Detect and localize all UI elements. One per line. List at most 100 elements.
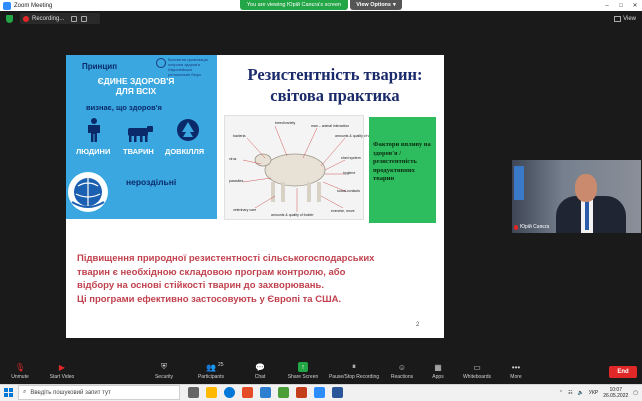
- windows-start-icon[interactable]: [4, 388, 13, 397]
- store-icon[interactable]: [278, 387, 289, 398]
- powerpoint-icon[interactable]: [296, 387, 307, 398]
- participant-name-tag: Юрій Сапєга: [514, 224, 549, 230]
- share-screen-button[interactable]: ↑ Share Screen: [286, 362, 320, 384]
- mic-muted-icon: 🎙: [14, 362, 26, 372]
- tray-up-arrow-icon[interactable]: ⌃: [559, 390, 563, 396]
- app-title-group: Zoom Meeting: [0, 1, 53, 10]
- record-label: Pause/Stop Recording: [328, 374, 380, 380]
- apps-button[interactable]: ▦ Apps: [428, 362, 448, 384]
- record-dot-icon: [23, 15, 29, 22]
- more-button[interactable]: ••• More: [506, 362, 526, 384]
- start-video-label: Start Video: [49, 374, 75, 380]
- security-button[interactable]: ⛨ Security: [150, 362, 178, 384]
- recording-label: Recording...: [32, 15, 65, 22]
- word-icon[interactable]: [332, 387, 343, 398]
- people-label: ЛЮДИНИ: [76, 147, 111, 156]
- whiteboards-button[interactable]: ▭ Whiteboards: [460, 362, 494, 384]
- flag-decoration: [514, 166, 524, 200]
- chevron-down-icon: ▾: [392, 2, 396, 8]
- participant-name: Юрій Сапєга: [520, 224, 550, 230]
- recognizes-label: визнає, що здоров'я: [86, 103, 162, 112]
- diagram-label: hygiene: [343, 171, 356, 175]
- maximize-button[interactable]: □: [614, 0, 628, 11]
- animals-label: ТВАРИН: [123, 147, 154, 156]
- zoom-taskbar-icon[interactable]: [314, 387, 325, 398]
- zoom-logo-icon: [3, 1, 11, 10]
- taskbar-clock[interactable]: 10:07 26.05.2022: [603, 387, 628, 399]
- chat-icon: 💬: [255, 362, 265, 372]
- slide-title: Резистентність тварин: світова практика: [247, 65, 423, 105]
- who-emblem-icon: [156, 58, 166, 68]
- diagram-label: parasites: [229, 179, 244, 183]
- window-title: Zoom Meeting: [14, 2, 53, 9]
- stop-recording-icon[interactable]: [81, 15, 88, 22]
- body-line: Ці програми ефективно застосовують у Євр…: [77, 293, 342, 305]
- speaker-tie: [585, 200, 589, 230]
- speaker-head: [575, 174, 597, 202]
- apps-icon: ▦: [434, 362, 442, 372]
- reactions-label: Reactions: [390, 374, 414, 380]
- diagram-label: shed system: [341, 156, 361, 160]
- diagram-label: exercise, move: [331, 209, 355, 213]
- reactions-button[interactable]: ☺ Reactions: [388, 362, 416, 384]
- view-button-label: View: [623, 15, 636, 22]
- record-button[interactable]: ⏸ Pause/Stop Recording: [326, 362, 382, 384]
- language-indicator[interactable]: УКР: [589, 390, 598, 396]
- window-controls: – □ ✕: [600, 0, 642, 11]
- muted-mic-icon: [514, 224, 518, 230]
- more-label: More: [510, 374, 522, 380]
- diagram-label: virus: [229, 157, 237, 161]
- factors-box-text: Фактори впливу на здоров'я / резистентні…: [373, 141, 431, 182]
- minimize-button[interactable]: –: [600, 0, 614, 11]
- view-button[interactable]: View: [614, 13, 636, 24]
- body-line: відбору на основі стійкості тварин до за…: [77, 280, 324, 291]
- security-label: Security: [154, 374, 174, 380]
- office-icon[interactable]: [242, 387, 253, 398]
- body-line: тварин є необхідною складовою програм ко…: [77, 266, 346, 278]
- environment-label: ДОВКІЛЛЯ: [165, 147, 205, 156]
- participant-video[interactable]: Юрій Сапєга: [512, 160, 641, 233]
- system-tray: ⌃ ☷ 🔈 УКР 10:07 26.05.2022 ▢: [559, 385, 638, 400]
- share-screen-icon: ↑: [298, 362, 308, 372]
- encryption-shield-icon[interactable]: [6, 15, 13, 23]
- search-icon: ⌕: [23, 389, 27, 395]
- start-video-button[interactable]: ▶ Start Video: [44, 362, 80, 384]
- body-line: Підвищення природної резистентності сіль…: [77, 253, 375, 264]
- edge-browser-icon[interactable]: [224, 387, 235, 398]
- unmute-button[interactable]: 🎙 Unmute: [6, 362, 34, 384]
- gallery-view-icon: [614, 15, 622, 22]
- diagram-label: veterinary care: [233, 208, 257, 212]
- viewing-screen-banner: You are viewing Юрій Сапєга's screen: [240, 0, 348, 10]
- meeting-toolbar: [0, 360, 642, 384]
- pause-recording-icon[interactable]: [71, 15, 78, 22]
- chat-label: Chat: [254, 374, 266, 380]
- cow-icon: [128, 126, 153, 142]
- close-button[interactable]: ✕: [628, 0, 642, 11]
- task-view-icon[interactable]: [188, 387, 199, 398]
- end-label: End: [617, 369, 629, 375]
- file-explorer-icon[interactable]: [206, 387, 217, 398]
- who-text: Всесвітня організація охорони здоров'я Є…: [168, 57, 208, 77]
- one-health-title: ЄДИНЕ ЗДОРОВ'Я ДЛЯ ВСІХ: [97, 76, 175, 96]
- whiteboards-label: Whiteboards: [462, 374, 492, 380]
- diagram-label: man – animal interaction: [311, 124, 350, 128]
- participants-count: 25: [218, 362, 224, 368]
- apps-label: Apps: [432, 374, 444, 380]
- view-options-button[interactable]: View Options ▾: [350, 0, 402, 10]
- volume-icon[interactable]: 🔈: [578, 390, 584, 396]
- reactions-icon: ☺: [397, 362, 407, 372]
- cow-illustration: [242, 125, 348, 212]
- environment-icon: [177, 119, 199, 141]
- animal-factors-diagram: breed/variety man – animal interaction a…: [224, 115, 376, 220]
- person-icon: [88, 118, 100, 142]
- network-icon[interactable]: ☷: [568, 390, 572, 396]
- globe-logo-icon: [68, 172, 108, 212]
- principle-label: Принцип: [82, 62, 118, 71]
- end-meeting-button[interactable]: End: [609, 366, 637, 378]
- taskbar-search[interactable]: ⌕ Введіть пошуковий запит тут: [18, 385, 180, 400]
- inseparable-label: нероздільні: [126, 177, 177, 187]
- notifications-icon[interactable]: ▢: [633, 390, 638, 396]
- chat-button[interactable]: 💬 Chat: [248, 362, 272, 384]
- mail-icon[interactable]: [260, 387, 271, 398]
- slide-body-text: Підвищення природної резистентності сіль…: [77, 252, 439, 306]
